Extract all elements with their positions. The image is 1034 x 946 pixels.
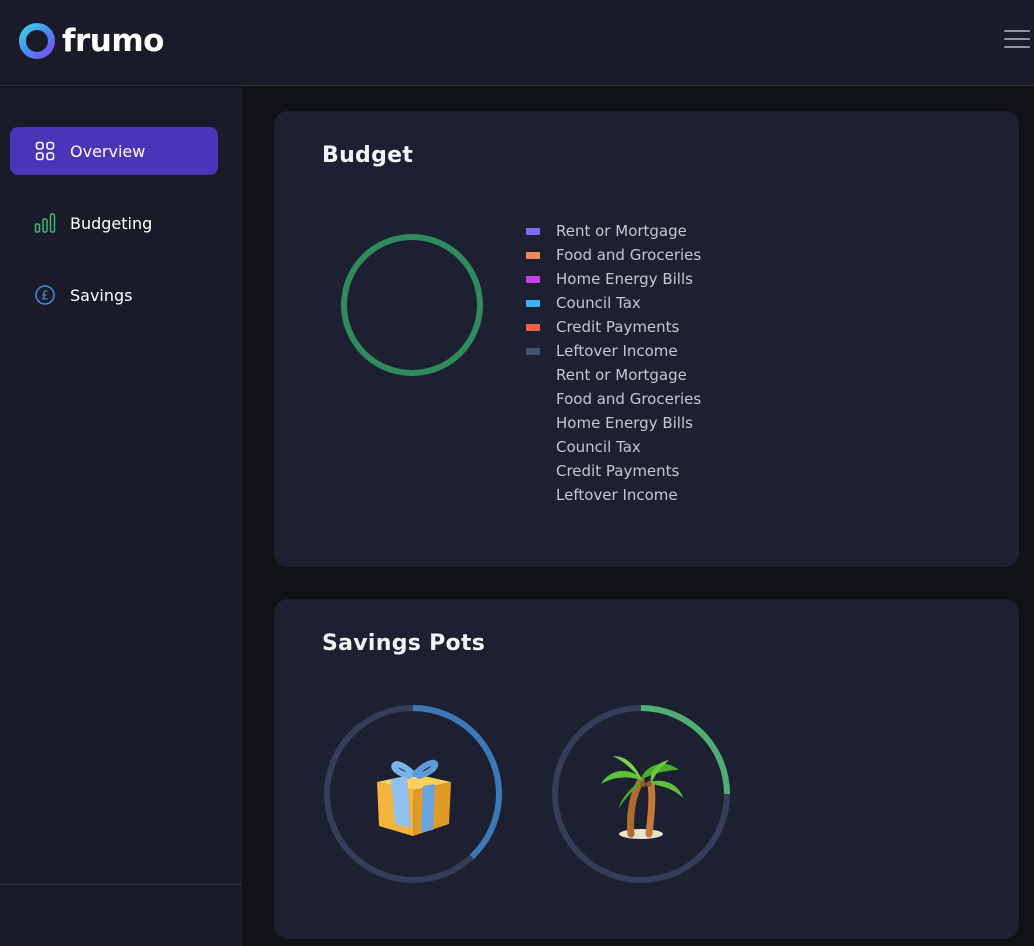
legend-item[interactable]: Food and Groceries (526, 387, 701, 411)
budget-title: Budget (322, 143, 414, 168)
legend-label: Rent or Mortgage (556, 222, 687, 240)
legend-label: Home Energy Bills (556, 270, 693, 288)
legend-item[interactable]: Home Energy Bills (526, 411, 701, 435)
top-header: frumo (0, 0, 1034, 86)
sidebar-item-overview[interactable]: Overview (10, 127, 218, 175)
legend-label: Home Energy Bills (556, 414, 693, 432)
legend-item[interactable]: Council Tax (526, 435, 701, 459)
legend-swatch (526, 275, 540, 283)
legend-label: Council Tax (556, 294, 641, 312)
brand-name: frumo (62, 23, 164, 59)
legend-label: Leftover Income (556, 342, 678, 360)
legend-item[interactable]: Rent or Mortgage (526, 219, 701, 243)
legend-swatch (526, 347, 540, 355)
legend-label: Food and Groceries (556, 390, 702, 408)
grid-icon (34, 140, 56, 162)
main-content: Budget Rent or Mortgage Food and Grocerie… (242, 87, 1034, 946)
palm-tree-icon (601, 756, 683, 839)
legend-item[interactable]: Credit Payments (526, 459, 701, 483)
budget-card: Budget Rent or Mortgage Food and Grocerie… (274, 111, 1019, 567)
brand-logo[interactable]: frumo (18, 22, 164, 60)
legend-item[interactable]: Council Tax (526, 291, 701, 315)
legend-swatch (526, 227, 540, 235)
legend-item[interactable]: Leftover Income (526, 339, 701, 363)
legend-item[interactable]: Leftover Income (526, 483, 701, 507)
sidebar-item-label: Budgeting (70, 213, 153, 233)
sidebar-item-budgeting[interactable]: Budgeting (10, 199, 218, 247)
savings-pot-gift[interactable] (322, 703, 504, 885)
legend-swatch (526, 492, 540, 499)
budget-donut-chart[interactable] (338, 231, 486, 379)
svg-text:£: £ (41, 289, 49, 303)
budget-ring (341, 234, 483, 376)
brand-ring-icon (19, 23, 55, 59)
bar-chart-icon (34, 212, 56, 234)
pound-coin-icon: £ (34, 284, 56, 306)
sidebar-item-savings[interactable]: £ Savings (10, 271, 218, 319)
legend-label: Credit Payments (556, 318, 680, 336)
legend-item[interactable]: Home Energy Bills (526, 267, 701, 291)
legend-swatch (526, 396, 540, 403)
gift-icon (377, 759, 451, 836)
savings-pots-card: Savings Pots (274, 599, 1019, 939)
legend-label: Food and Groceries (556, 246, 702, 264)
legend-swatch (526, 420, 540, 427)
legend-item[interactable]: Credit Payments (526, 315, 701, 339)
legend-label: Council Tax (556, 438, 641, 456)
savings-pots-title: Savings Pots (322, 631, 486, 656)
legend-label: Leftover Income (556, 486, 678, 504)
savings-pot-holiday[interactable] (550, 703, 732, 885)
sidebar-divider (0, 884, 242, 885)
legend-swatch (526, 372, 540, 379)
legend-label: Rent or Mortgage (556, 366, 687, 384)
legend-swatch (526, 299, 540, 307)
legend-swatch (526, 323, 540, 331)
sidebar-item-label: Savings (70, 285, 133, 305)
legend-swatch (526, 468, 540, 475)
sidebar-item-label: Overview (70, 141, 146, 161)
budget-legend: Rent or Mortgage Food and Groceries Home E… (526, 219, 701, 507)
hamburger-menu-icon[interactable] (1004, 30, 1030, 52)
legend-label: Credit Payments (556, 462, 680, 480)
sidebar: Overview Budgeting £ Savings (0, 87, 242, 946)
legend-item[interactable]: Food and Groceries (526, 243, 701, 267)
legend-swatch (526, 444, 540, 451)
legend-item[interactable]: Rent or Mortgage (526, 363, 701, 387)
legend-swatch (526, 251, 540, 259)
